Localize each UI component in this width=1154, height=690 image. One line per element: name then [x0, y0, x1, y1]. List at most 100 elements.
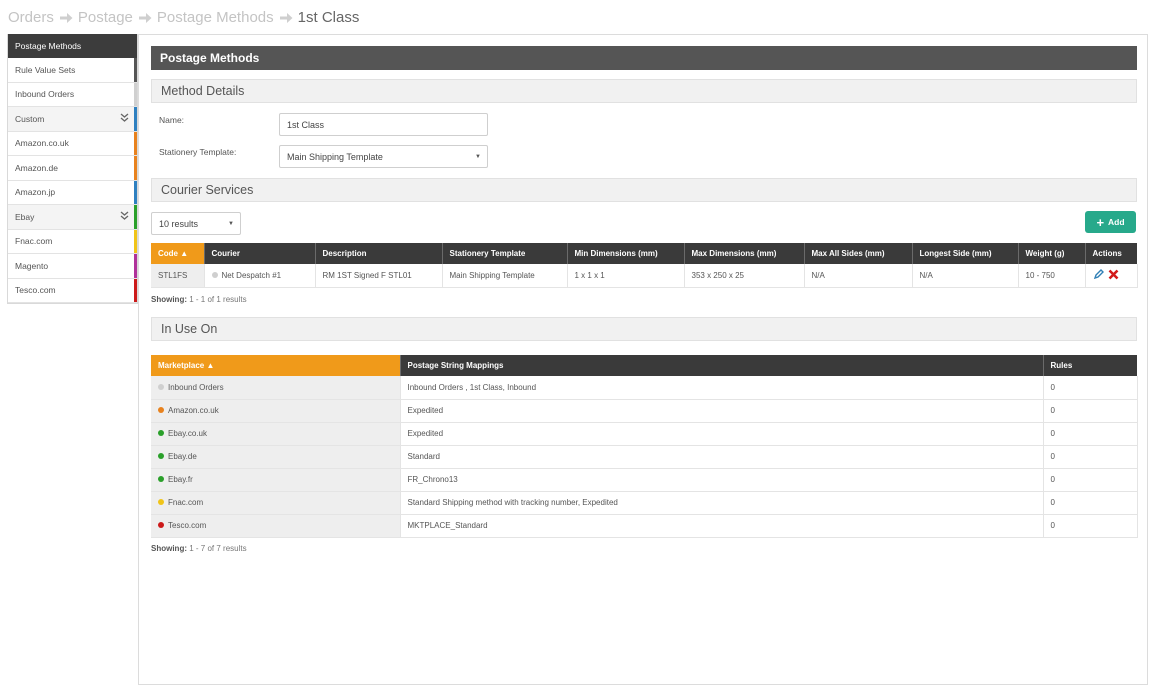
cell-code: STL1FS: [151, 264, 205, 288]
cell-mappings: Inbound Orders , 1st Class, Inbound: [400, 376, 1044, 400]
cell-marketplace: Amazon.co.uk: [151, 399, 401, 423]
sidebar-item-ebay[interactable]: Ebay: [8, 205, 137, 230]
table-row[interactable]: Amazon.co.uk Expedited 0: [151, 399, 1138, 423]
cell-mappings: FR_Chrono13: [400, 468, 1044, 492]
column-header[interactable]: Actions: [1085, 243, 1137, 264]
table-row[interactable]: Ebay.de Standard 0: [151, 445, 1138, 469]
marketplace-color-dot: [158, 476, 164, 482]
page-size-select[interactable]: 10 results ▼: [151, 212, 241, 235]
arrow-right-icon: [279, 11, 293, 23]
table-row[interactable]: Ebay.co.uk Expedited 0: [151, 422, 1138, 446]
sidebar-item-amazon-co-uk[interactable]: Amazon.co.uk: [8, 131, 137, 156]
stationery-template-label: Stationery Template:: [159, 147, 237, 157]
cell-courier: Net Despatch #1: [204, 264, 316, 288]
breadcrumb-link[interactable]: Orders: [8, 9, 54, 26]
usage-showing-text: Showing: 1 - 7 of 7 results: [151, 544, 247, 553]
sidebar-item-label: Amazon.de: [15, 162, 58, 173]
column-header[interactable]: Weight (g): [1018, 243, 1086, 264]
courier-services-table: Code ▲ Courier Description Stationery Templ…: [151, 243, 1138, 288]
cell-rules: 0: [1043, 445, 1138, 469]
column-header[interactable]: Description: [315, 243, 443, 264]
marketplace-color-dot: [158, 407, 164, 413]
name-label: Name:: [159, 115, 185, 125]
cell-weight: 10 - 750: [1018, 264, 1086, 288]
column-header[interactable]: Max All Sides (mm): [804, 243, 913, 264]
pencil-icon[interactable]: [1093, 269, 1104, 283]
table-row[interactable]: STL1FS Net Despatch #1 RM 1ST Signed F STL…: [151, 264, 1138, 288]
marketplace-color-dot: [158, 499, 164, 505]
sidebar-color-bar: [134, 107, 137, 131]
cell-rules: 0: [1043, 422, 1138, 446]
table-row[interactable]: Fnac.com Standard Shipping method with tr…: [151, 491, 1138, 515]
cell-rules: 0: [1043, 376, 1138, 400]
sidebar-color-bar: [134, 254, 137, 278]
breadcrumb-current: 1st Class: [297, 8, 360, 26]
sidebar-color-bar: [134, 58, 137, 82]
sidebar-item-magento[interactable]: Magento: [8, 254, 137, 279]
marketplace-name: Amazon.co.uk: [168, 406, 219, 415]
sidebar-item-amazon-de[interactable]: Amazon.de: [8, 156, 137, 181]
column-header[interactable]: Code ▲: [151, 243, 205, 264]
sidebar-item-label: Custom: [15, 113, 45, 124]
cell-max-all-sides: N/A: [804, 264, 913, 288]
cell-mappings: Standard: [400, 445, 1044, 469]
add-courier-button[interactable]: + Add: [1085, 211, 1136, 233]
sidebar-item-label: Ebay: [15, 211, 35, 222]
sidebar-color-bar: [134, 205, 137, 229]
sidebar-item-inbound-orders[interactable]: Inbound Orders: [8, 82, 137, 107]
cell-rules: 0: [1043, 399, 1138, 423]
cell-rules: 0: [1043, 491, 1138, 515]
stationery-template-select[interactable]: Main Shipping Template ▼: [279, 145, 488, 168]
sidebar-item-label: Inbound Orders: [15, 89, 75, 100]
column-header[interactable]: Marketplace ▲: [151, 355, 401, 376]
sidebar-item-label: Tesco.com: [15, 285, 56, 296]
main-panel: Postage Methods Method Details Name: 1st…: [138, 34, 1148, 685]
marketplace-color-dot: [158, 383, 164, 390]
cell-mappings: Expedited: [400, 422, 1044, 446]
courier-showing-text: Showing: 1 - 1 of 1 results: [151, 295, 247, 304]
column-header[interactable]: Rules: [1043, 355, 1137, 376]
sidebar-color-bar: [134, 229, 137, 253]
column-header[interactable]: Max Dimensions (mm): [684, 243, 805, 264]
breadcrumb-link[interactable]: Postage Methods: [157, 9, 274, 26]
courier-name: Net Despatch #1: [221, 270, 282, 280]
cell-description: RM 1ST Signed F STL01: [315, 264, 443, 288]
sidebar-item-rule-value-sets[interactable]: Rule Value Sets: [8, 58, 137, 83]
sidebar-color-bar: [134, 82, 137, 106]
sidebar-item-label: Postage Methods: [15, 40, 82, 51]
column-header[interactable]: Min Dimensions (mm): [567, 243, 685, 264]
table-row[interactable]: Inbound Orders Inbound Orders , 1st Class…: [151, 376, 1138, 400]
marketplace-color-dot: [158, 430, 164, 436]
column-header[interactable]: Longest Side (mm): [912, 243, 1019, 264]
sidebar-item-amazon-jp[interactable]: Amazon.jp: [8, 180, 137, 205]
sidebar-item-postage-methods[interactable]: Postage Methods: [8, 34, 137, 58]
marketplace-name: Fnac.com: [168, 498, 204, 507]
delete-icon[interactable]: [1108, 267, 1119, 283]
double-chevron-down-icon: [120, 113, 129, 124]
cell-stationery: Main Shipping Template: [442, 264, 568, 288]
sidebar-color-bar: [134, 180, 137, 204]
sidebar-item-label: Rule Value Sets: [15, 64, 76, 75]
table-row[interactable]: Tesco.com MKTPLACE_Standard 0: [151, 514, 1138, 538]
column-header[interactable]: Stationery Template: [442, 243, 568, 264]
cell-marketplace: Ebay.de: [151, 445, 401, 469]
name-field[interactable]: 1st Class: [279, 113, 488, 136]
sidebar-item-fnac-com[interactable]: Fnac.com: [8, 229, 137, 254]
breadcrumb-link[interactable]: Postage: [78, 9, 133, 26]
double-chevron-down-icon: [120, 211, 129, 222]
cell-marketplace: Ebay.co.uk: [151, 422, 401, 446]
sidebar-color-bar: [134, 278, 137, 302]
sidebar-item-label: Amazon.jp: [15, 187, 56, 198]
sidebar-item-custom[interactable]: Custom: [8, 107, 137, 132]
marketplace-name: Inbound Orders: [168, 382, 224, 392]
sidebar-item-tesco-com[interactable]: Tesco.com: [8, 278, 137, 303]
page-title: Postage Methods: [151, 46, 1137, 70]
table-row[interactable]: Ebay.fr FR_Chrono13 0: [151, 468, 1138, 492]
cell-marketplace: Tesco.com: [151, 514, 401, 538]
column-header[interactable]: Postage String Mappings: [400, 355, 1044, 376]
column-header[interactable]: Courier: [204, 243, 316, 264]
marketplace-name: Tesco.com: [168, 521, 207, 530]
sidebar-color-bar: [134, 156, 137, 180]
cell-mappings: Expedited: [400, 399, 1044, 423]
sidebar-color-bar: [134, 131, 137, 155]
